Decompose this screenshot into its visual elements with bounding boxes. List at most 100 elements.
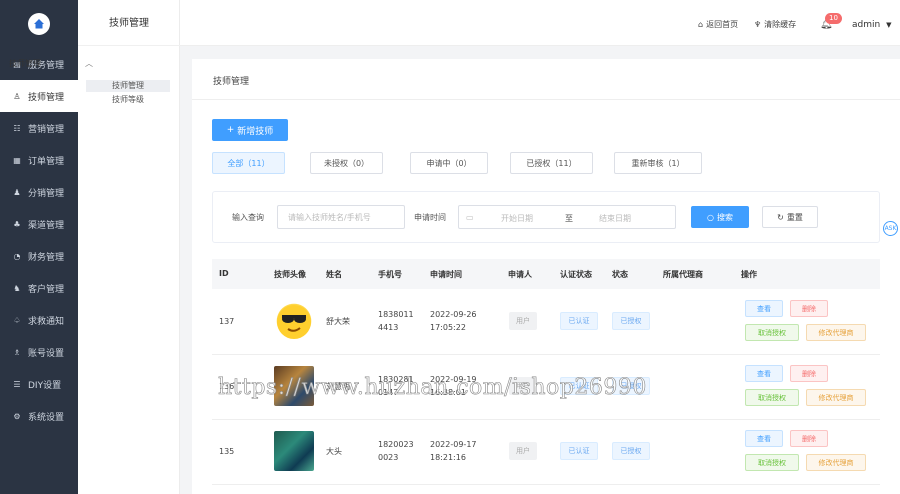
clear-cache-link[interactable]: ♆ 清除缓存 (754, 19, 796, 30)
col-apply-time: 申请时间 (430, 270, 462, 279)
channel-icon: ♣ (13, 219, 21, 229)
col-cert: 认证状态 (560, 270, 592, 279)
delete-button[interactable]: 删除 (790, 300, 828, 317)
change-agent-button[interactable]: 修改代理商 (806, 389, 866, 406)
change-agent-button[interactable]: 修改代理商 (806, 324, 866, 341)
applicant-tag: 用户 (509, 312, 537, 330)
col-phone: 手机号 (378, 270, 402, 279)
user-icon: ♙ (13, 91, 21, 101)
time-label: 申请时间 (414, 213, 446, 222)
subnav-item-level[interactable]: 技师等级 (86, 94, 170, 106)
distribution-icon: ♟ (13, 187, 21, 197)
applicant-tag: 用户 (509, 442, 537, 460)
chevron-up-icon: ︿ (85, 59, 93, 68)
view-button[interactable]: 查看 (745, 430, 783, 447)
status-tag: 已授权 (612, 312, 650, 330)
sidebar-item-11[interactable]: ⚙ 系统设置 (0, 400, 78, 432)
sidebar-item-label: 账号设置 (28, 348, 65, 359)
col-id: ID (219, 269, 229, 278)
cell-name: 大头 (326, 447, 342, 456)
delete-button[interactable]: 删除 (790, 430, 828, 447)
user-name: admin (852, 20, 881, 30)
col-avatar: 技师头像 (274, 270, 306, 279)
sidebar-item-9[interactable]: ♗ 账号设置 (0, 336, 78, 368)
customer-icon: ♞ (13, 283, 21, 293)
date-range-picker[interactable]: ▭ 开始日期 至 结束日期 (458, 205, 676, 229)
sidebar-item-6[interactable]: ◔ 财务管理 (0, 240, 78, 272)
delete-button[interactable]: 删除 (790, 365, 828, 382)
cell-date: 2022-09-17 (430, 440, 477, 449)
sidebar-item-label: DIY设置 (28, 380, 62, 391)
top-bar: ⌂ 返回首页 ♆ 清除缓存 🔔︎ 10 admin ▼ (180, 0, 900, 46)
table-header (212, 259, 880, 289)
sidebar-item-label: 技师管理 (28, 92, 65, 103)
sidebar-item-label: 系统设置 (28, 412, 65, 423)
add-technician-button[interactable]: + 新增技师 (212, 119, 288, 141)
tab-applying[interactable]: 申请中（0） (410, 152, 488, 174)
revoke-button[interactable]: 取消授权 (745, 454, 799, 471)
refresh-icon: ↻ (777, 212, 784, 222)
subnav-group-label: 技师管理 (9, 59, 41, 68)
row-divider (212, 419, 880, 420)
tab-authorized[interactable]: 已授权（11） (510, 152, 593, 174)
sub-sidebar-title: 技师管理 (78, 0, 180, 46)
user-menu[interactable]: admin ▼ (852, 20, 891, 30)
col-agent: 所属代理商 (663, 270, 703, 279)
help-float-icon[interactable]: ASK (883, 221, 898, 236)
tab-reaudit[interactable]: 重新审核（1） (614, 152, 702, 174)
sidebar-item-label: 渠道管理 (28, 220, 65, 231)
reset-button[interactable]: ↻ 重置 (762, 206, 818, 228)
marketing-icon: ☷ (13, 123, 21, 133)
cell-phone-line1: 1838011 (378, 310, 414, 319)
divider (192, 99, 900, 100)
home-link[interactable]: ⌂ 返回首页 (698, 19, 738, 30)
cell-time: 17:05:22 (430, 323, 466, 332)
sidebar-item-3[interactable]: ▦ 订单管理 (0, 144, 78, 176)
cell-time: 18:21:16 (430, 453, 466, 462)
cell-phone-line2: 4413 (378, 323, 399, 332)
subnav-item-technician[interactable]: 技师管理 (86, 80, 170, 92)
cell-phone-line1: 1820023 (378, 440, 414, 449)
sidebar-item-label: 订单管理 (28, 156, 65, 167)
gear-icon: ⚙ (13, 411, 21, 421)
bell-icon: ♤ (13, 315, 21, 325)
revoke-button[interactable]: 取消授权 (745, 324, 799, 341)
row-divider (212, 484, 880, 485)
sidebar-item-8[interactable]: ♤ 求救通知 (0, 304, 78, 336)
col-status: 状态 (612, 270, 628, 279)
start-date-input[interactable]: 开始日期 (501, 213, 533, 224)
add-technician-label: 新增技师 (237, 126, 274, 137)
cell-date: 2022-09-26 (430, 310, 477, 319)
logo[interactable] (28, 13, 50, 35)
cell-id: 135 (219, 447, 235, 456)
sidebar-item-7[interactable]: ♞ 客户管理 (0, 272, 78, 304)
end-date-input[interactable]: 结束日期 (599, 213, 631, 224)
sidebar-item-1[interactable]: ♙ 技师管理 (0, 80, 78, 112)
view-button[interactable]: 查看 (745, 365, 783, 382)
tab-all[interactable]: 全部（11） (212, 152, 285, 174)
search-button[interactable]: ○ 搜索 (691, 206, 749, 228)
sidebar-item-4[interactable]: ♟ 分销管理 (0, 176, 78, 208)
col-actions: 操作 (741, 270, 757, 279)
range-separator: 至 (565, 214, 573, 223)
reset-label: 重置 (786, 212, 803, 222)
cell-name: 舒大荣 (326, 317, 350, 326)
revoke-button[interactable]: 取消授权 (745, 389, 799, 406)
cert-status-tag: 已认证 (560, 442, 598, 460)
search-icon: ○ (707, 212, 714, 222)
status-tag: 已授权 (612, 442, 650, 460)
subnav-group[interactable]: 技师管理 ︿ (9, 58, 95, 69)
home-icon: ⌂ (698, 20, 704, 29)
tab-unauthorized[interactable]: 未授权（0） (310, 152, 383, 174)
sidebar-item-5[interactable]: ♣ 渠道管理 (0, 208, 78, 240)
change-agent-button[interactable]: 修改代理商 (806, 454, 866, 471)
view-button[interactable]: 查看 (745, 300, 783, 317)
search-input[interactable]: 请输入技师姓名/手机号 (277, 205, 405, 229)
breadcrumb: 技师管理 (213, 77, 250, 87)
sidebar-item-2[interactable]: ☷ 营销管理 (0, 112, 78, 144)
plus-icon: + (226, 125, 235, 135)
pin-icon: ♆ (754, 20, 762, 29)
avatar (274, 431, 314, 471)
sidebar-item-10[interactable]: ☰ DIY设置 (0, 368, 78, 400)
cell-phone-line2: 0023 (378, 453, 399, 462)
